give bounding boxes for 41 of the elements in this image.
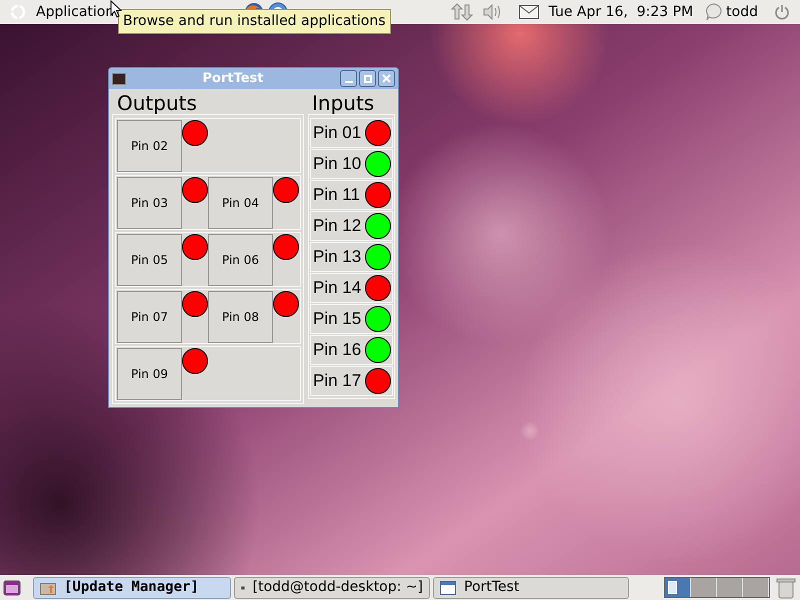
- close-icon: [382, 74, 391, 83]
- taskbar-button[interactable]: [todd@todd-desktop: ~]: [234, 576, 430, 598]
- maximize-button[interactable]: [359, 70, 376, 87]
- pin-label: Pin 14: [313, 277, 362, 300]
- mail-icon[interactable]: [518, 5, 539, 19]
- pin-label: Pin 01: [313, 122, 362, 144]
- pin-button[interactable]: Pin 09: [117, 348, 182, 400]
- pin-label: Pin 11: [313, 184, 360, 206]
- taskbar-button[interactable]: [Update Manager]: [33, 576, 231, 598]
- volume-icon[interactable]: [482, 4, 501, 20]
- window-icon: [440, 580, 456, 594]
- pin-label: Pin 13: [313, 246, 362, 268]
- close-button[interactable]: [378, 70, 395, 87]
- pin-button[interactable]: Pin 06: [208, 234, 273, 286]
- workspace-button[interactable]: [665, 578, 691, 597]
- trash-icon[interactable]: [776, 576, 796, 598]
- group-title: Outputs: [117, 92, 197, 114]
- pin-label: Pin 10: [313, 153, 362, 176]
- pin-label: Pin 17: [313, 370, 362, 392]
- package-icon: [40, 580, 56, 594]
- group-title: Inputs: [312, 92, 374, 114]
- app-icon: [112, 72, 126, 84]
- clock[interactable]: Tue Apr 16, 9:23 PM: [548, 2, 694, 22]
- user-name[interactable]: todd: [726, 2, 758, 22]
- pin-button[interactable]: Pin 07: [117, 291, 182, 343]
- pin-label: Pin 15: [313, 308, 362, 330]
- chat-icon[interactable]: [705, 3, 724, 21]
- pin-button[interactable]: Pin 02: [117, 120, 182, 172]
- network-icon[interactable]: [450, 3, 473, 21]
- pin-button[interactable]: Pin 03: [117, 177, 182, 229]
- tooltip: Browse and run installed applications: [118, 9, 391, 34]
- pin-button[interactable]: Pin 05: [117, 234, 182, 286]
- power-icon[interactable]: [774, 4, 790, 20]
- pin-button[interactable]: Pin 04: [208, 177, 273, 229]
- pin-label: Pin 16: [313, 339, 362, 362]
- pin-button[interactable]: Pin 08: [208, 291, 273, 343]
- window-title: PortTest: [202, 70, 264, 88]
- minimize-button[interactable]: [340, 70, 357, 87]
- pin-label: Pin 12: [313, 215, 362, 238]
- show-desktop-icon[interactable]: [3, 578, 21, 596]
- taskbar-button[interactable]: PortTest: [433, 576, 629, 598]
